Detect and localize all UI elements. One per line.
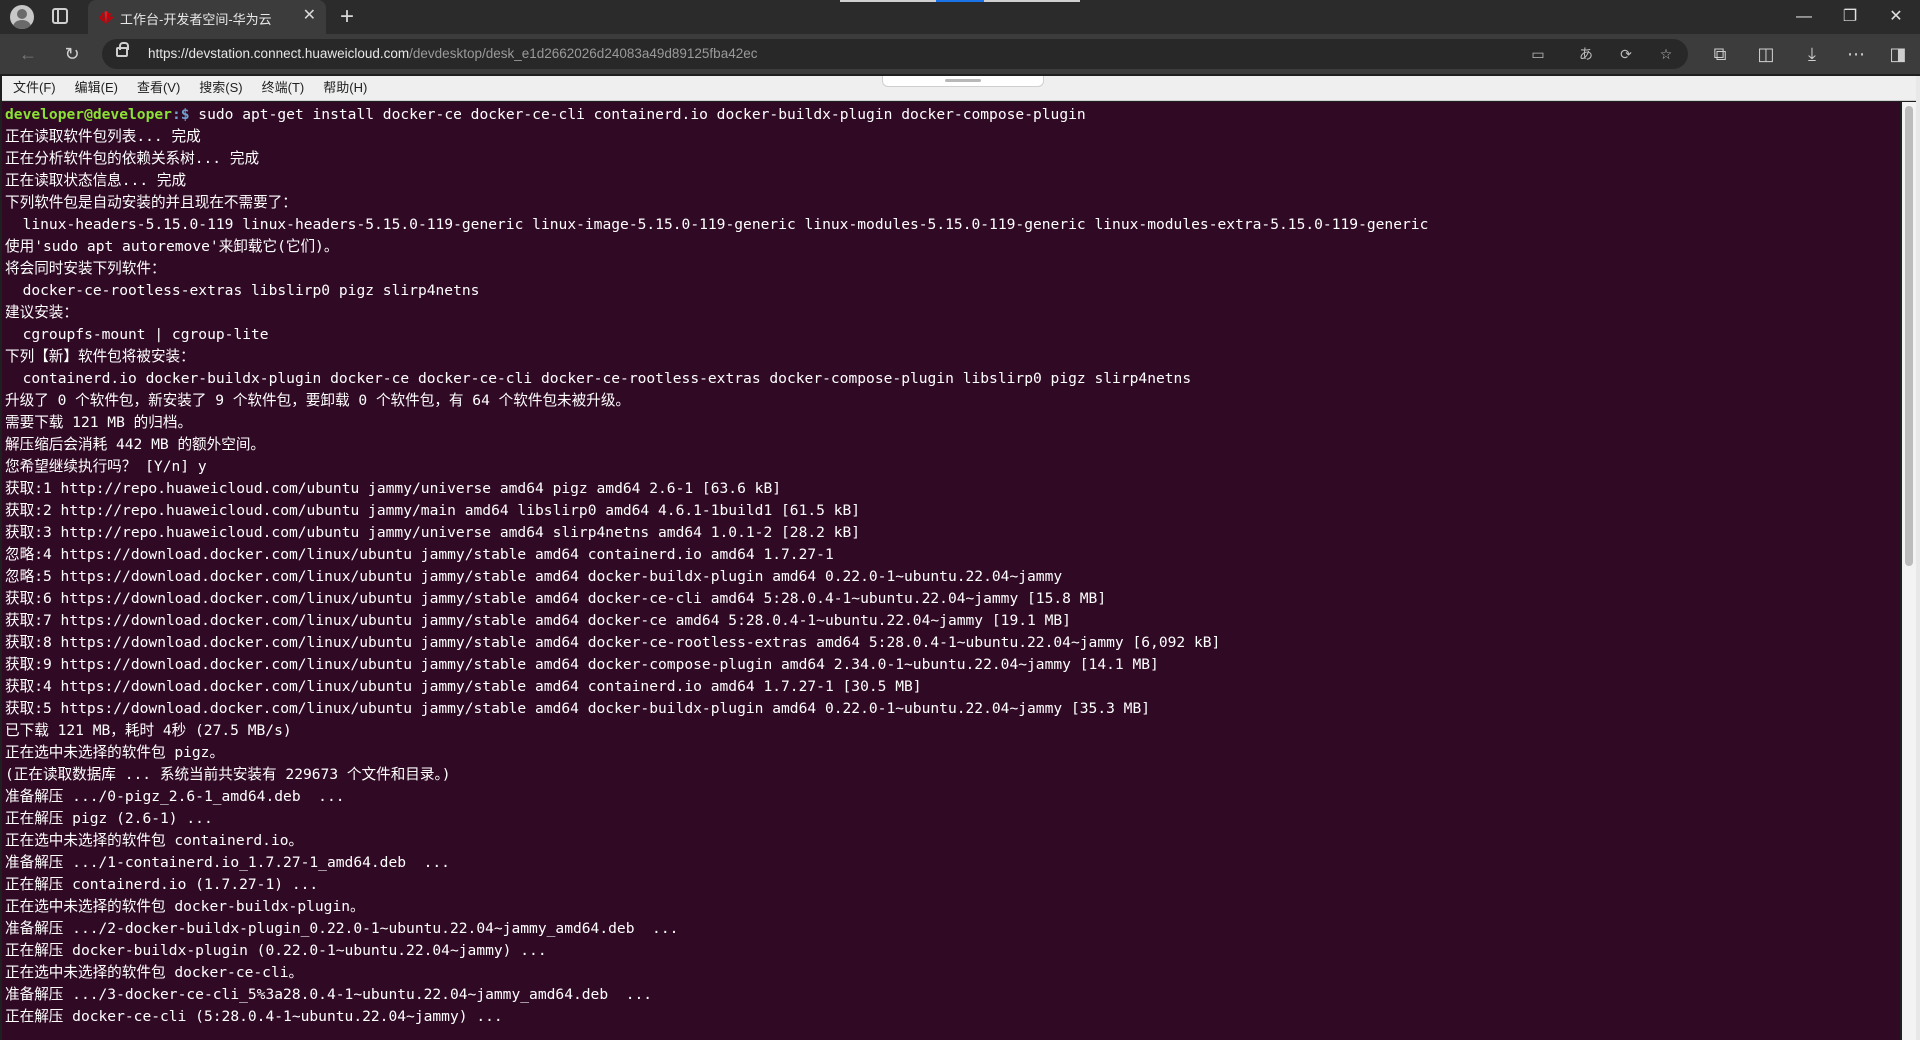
tab-active[interactable]: 工作台-开发者空间-华为云 ✕ — [88, 0, 326, 34]
output-line: 忽略:4 https://download.docker.com/linux/u… — [5, 546, 834, 563]
extensions-puzzle-icon[interactable]: ⧉ — [1708, 42, 1732, 66]
output-line: 获取:1 http://repo.huaweicloud.com/ubuntu … — [5, 480, 782, 497]
prompt-user: developer@developer — [5, 106, 172, 123]
output-line: 获取:2 http://repo.huaweicloud.com/ubuntu … — [5, 502, 861, 519]
browser-toolbar: ← ↻ https://devstation.connect.huaweiclo… — [0, 34, 1920, 74]
output-line: 正在分析软件包的依赖关系树... 完成 — [5, 150, 260, 167]
output-line: 准备解压 .../2-docker-buildx-plugin_0.22.0-1… — [5, 920, 679, 937]
output-line: 获取:7 https://download.docker.com/linux/u… — [5, 612, 1071, 629]
output-line: 解压缩后会消耗 442 MB 的额外空间。 — [5, 436, 266, 453]
output-line: 获取:5 https://download.docker.com/linux/u… — [5, 700, 1151, 717]
terminal-menu-bar: 文件(F) 编辑(E) 查看(V) 搜索(S) 终端(T) 帮助(H) — [2, 76, 1916, 101]
restore-icon[interactable]: ❐ — [1830, 4, 1870, 30]
command-line: developer@developer:$ sudo apt-get insta… — [5, 104, 1895, 126]
url-text[interactable]: https://devstation.connect.huaweicloud.c… — [148, 46, 757, 61]
output-line: 下列软件包是自动安装的并且现在不需要了： — [5, 194, 297, 211]
output-line: 使用'sudo apt autoremove'来卸载它(它们)。 — [5, 238, 339, 255]
output-line: 获取:4 https://download.docker.com/linux/u… — [5, 678, 922, 695]
terminal-lines: developer@developer:$ sudo apt-get insta… — [5, 104, 1895, 1028]
more-menu-icon[interactable]: ⋯ — [1844, 42, 1868, 66]
favorite-star-icon[interactable]: ☆ — [1656, 44, 1676, 64]
back-arrow-icon[interactable]: ← — [16, 42, 40, 66]
tab-title: 工作台-开发者空间-华为云 — [120, 12, 272, 27]
output-line: 准备解压 .../1-containerd.io_1.7.27-1_amd64.… — [5, 854, 450, 871]
output-line: 正在解压 docker-ce-cli (5:28.0.4-1~ubuntu.22… — [5, 1008, 503, 1025]
output-line: 升级了 0 个软件包，新安装了 9 个软件包，要卸载 0 个软件包，有 64 个… — [5, 392, 631, 409]
url-host: https://devstation.connect.huaweicloud.c… — [148, 46, 410, 61]
reload-icon[interactable]: ↻ — [60, 42, 84, 66]
lock-icon[interactable] — [116, 42, 129, 57]
menu-help[interactable]: 帮助(H) — [315, 76, 375, 100]
output-line: 准备解压 .../0-pigz_2.6-1_amd64.deb ... — [5, 788, 345, 805]
split-screen-icon[interactable]: ◫ — [1754, 42, 1778, 66]
output-line: 正在选中未选择的软件包 pigz。 — [5, 744, 225, 761]
output-line: 建议安装： — [5, 304, 78, 321]
output-line: docker-ce-rootless-extras libslirp0 pigz… — [5, 282, 480, 299]
menu-file[interactable]: 文件(F) — [5, 76, 64, 100]
minimize-icon[interactable]: — — [1784, 4, 1824, 30]
output-line: 获取:6 https://download.docker.com/linux/u… — [5, 590, 1107, 607]
refresh-circle-icon[interactable]: ⟳ — [1616, 44, 1636, 64]
output-line: 正在解压 containerd.io (1.7.27-1) ... — [5, 876, 319, 893]
output-line: 已下载 121 MB，耗时 4秒 (27.5 MB/s) — [5, 722, 292, 739]
command-text: sudo apt-get install docker-ce docker-ce… — [189, 106, 1086, 123]
menu-view[interactable]: 查看(V) — [129, 76, 188, 100]
output-line: 需要下载 121 MB 的归档。 — [5, 414, 193, 431]
huawei-cloud-logo-icon — [99, 11, 113, 24]
output-line: 获取:9 https://download.docker.com/linux/u… — [5, 656, 1159, 673]
menu-edit[interactable]: 编辑(E) — [67, 76, 126, 100]
output-line: 正在解压 pigz (2.6-1) ... — [5, 810, 213, 827]
output-line: 准备解压 .../3-docker-ce-cli_5%3a28.0.4-1~ub… — [5, 986, 653, 1003]
window-frame-edge — [1916, 76, 1920, 1040]
downloads-icon[interactable]: ⤓ — [1800, 42, 1824, 66]
sidebar-toggle-icon[interactable]: ◨ — [1886, 42, 1910, 66]
output-line: 您希望继续执行吗？ [Y/n] y — [5, 458, 207, 475]
output-line: 忽略:5 https://download.docker.com/linux/u… — [5, 568, 1063, 585]
window-drag-indicator-accent — [936, 0, 984, 2]
menu-search[interactable]: 搜索(S) — [191, 76, 250, 100]
terminal-output[interactable]: developer@developer:$ sudo apt-get insta… — [2, 102, 1900, 1040]
terminal-scrollbar[interactable] — [1902, 102, 1916, 1040]
profile-avatar-icon[interactable] — [10, 5, 34, 29]
desktop-toolbar-handle[interactable] — [882, 76, 1044, 87]
new-tab-plus-icon[interactable]: + — [340, 3, 354, 31]
output-line: 正在选中未选择的软件包 docker-buildx-plugin。 — [5, 898, 365, 915]
read-aloud-icon[interactable]: あ — [1576, 44, 1596, 64]
tab-close-icon[interactable]: ✕ — [303, 7, 316, 25]
tab-actions-icon[interactable] — [52, 8, 68, 24]
close-window-icon[interactable]: ✕ — [1876, 4, 1916, 30]
output-line: 获取:3 http://repo.huaweicloud.com/ubuntu … — [5, 524, 861, 541]
output-line: 将会同时安装下列软件： — [5, 260, 166, 277]
output-line: linux-headers-5.15.0-119 linux-headers-5… — [5, 216, 1429, 233]
output-line: 下列【新】软件包将被安装： — [5, 348, 195, 365]
scrollbar-thumb[interactable] — [1905, 106, 1913, 566]
output-line: containerd.io docker-buildx-plugin docke… — [5, 370, 1192, 387]
output-line: 正在读取状态信息... 完成 — [5, 172, 187, 189]
browser-tab-strip: 工作台-开发者空间-华为云 ✕ + — ❐ ✕ — [0, 0, 1920, 34]
output-line: 正在选中未选择的软件包 containerd.io。 — [5, 832, 304, 849]
output-line: cgroupfs-mount | cgroup-lite — [5, 326, 269, 343]
app-install-icon[interactable]: ▭ — [1528, 44, 1548, 64]
output-line: (正在读取数据库 ... 系统当前共安装有 229673 个文件和目录。) — [5, 766, 451, 783]
output-line: 正在选中未选择的软件包 docker-ce-cli。 — [5, 964, 304, 981]
menu-terminal[interactable]: 终端(T) — [254, 76, 313, 100]
output-line: 获取:8 https://download.docker.com/linux/u… — [5, 634, 1221, 651]
address-bar[interactable]: https://devstation.connect.huaweicloud.c… — [102, 39, 1688, 69]
output-line: 正在解压 docker-buildx-plugin (0.22.0-1~ubun… — [5, 942, 547, 959]
output-line: 正在读取软件包列表... 完成 — [5, 128, 201, 145]
prompt-path: :$ — [171, 106, 190, 123]
url-path: /devdesktop/desk_e1d2662026d24083a49d891… — [409, 46, 758, 61]
